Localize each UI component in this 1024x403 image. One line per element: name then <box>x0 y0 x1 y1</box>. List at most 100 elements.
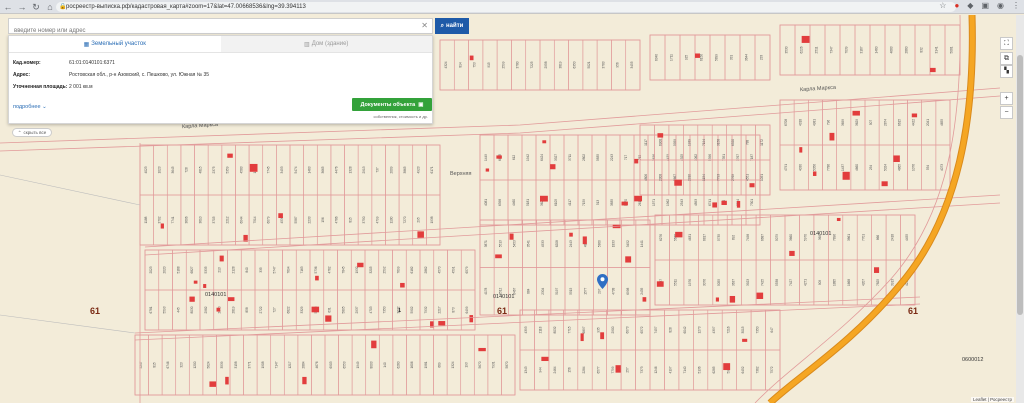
parcel-number: 3644 <box>745 54 749 61</box>
parcel-number: 2982 <box>204 306 208 313</box>
parcel-number: 6350 <box>573 61 577 68</box>
parcel-number: 5899 <box>715 54 719 61</box>
parcel-number: 3783 <box>601 61 605 68</box>
parcel-number: 6499 <box>465 306 469 313</box>
parcel-number: 840 <box>245 267 249 273</box>
chevron-down-icon: ⌄ <box>42 104 47 110</box>
parcel-number: 4197 <box>669 366 673 373</box>
parcel-number: 5136 <box>698 366 702 373</box>
parcel-number: 7347 <box>830 46 834 53</box>
building <box>550 164 556 170</box>
parcel-number: 1463 <box>307 166 311 173</box>
parcel-number: 2041 <box>926 119 930 126</box>
hide-all-button[interactable]: ⌃ скрыть все <box>12 128 52 137</box>
building <box>225 376 229 385</box>
menu-icon[interactable]: ⋮ <box>1012 1 1020 10</box>
layers-button[interactable]: ⧉ <box>1000 52 1013 65</box>
parcel-number: 2212 <box>226 216 230 223</box>
parcel-number: 3913 <box>890 279 894 286</box>
quarter-label: 0600012 <box>962 357 984 363</box>
reload-icon[interactable]: ↻ <box>30 1 42 13</box>
fullscreen-button[interactable]: ⛶ <box>1000 37 1013 50</box>
parcel-number: 6817 <box>703 234 707 241</box>
star-icon[interactable]: ☆ <box>939 1 946 10</box>
find-button[interactable]: ⌕ найти <box>435 18 469 34</box>
parcel-number: 4081 <box>484 199 488 206</box>
building <box>541 356 549 362</box>
parcel-number: 3645 <box>171 166 175 173</box>
documents-label: Документы объекта <box>360 101 416 108</box>
parcel-number: 1949 <box>356 361 360 368</box>
building <box>893 155 900 162</box>
address-bar[interactable]: 🔒 росреестр-выписка.рф/кадастровая_карта… <box>56 2 956 12</box>
parcel-number: 8003 <box>370 361 374 368</box>
parcel-number: 7932 <box>424 306 428 313</box>
zoom-in-button[interactable]: + <box>1000 92 1013 105</box>
parcel-number: 2862 <box>424 266 428 273</box>
documents-button[interactable]: Документы объекта ▣ <box>352 98 432 111</box>
building <box>712 202 718 208</box>
parcel-number: 4762 <box>328 266 332 273</box>
building <box>715 297 719 302</box>
parcel-number: 5335 <box>204 266 208 273</box>
parcel-number: 4460 <box>512 199 516 206</box>
building <box>852 110 860 116</box>
parcel-number: 3606 <box>185 216 189 223</box>
back-icon[interactable]: ← <box>2 1 14 13</box>
parcel-number: 2304 <box>541 287 545 294</box>
parcel-number: 6452 <box>741 366 745 373</box>
building <box>485 168 490 172</box>
parcel-number: 1606 <box>410 361 414 368</box>
parcel-number: 2769 <box>731 174 735 181</box>
url-text: росреестр-выписка.рф/кадастровая_карта#z… <box>66 4 306 10</box>
building <box>829 132 835 141</box>
building <box>842 171 850 180</box>
tab-land-plot[interactable]: ▦ Земельный участок <box>9 36 221 52</box>
parcel-number: 3699 <box>841 119 845 126</box>
home-icon[interactable]: ⌂ <box>44 1 56 13</box>
zoom-out-button[interactable]: − <box>1000 106 1013 119</box>
parcel-number: 2284 <box>582 366 586 373</box>
parcel-number: 3819 <box>558 61 562 68</box>
building <box>874 267 880 273</box>
parcel-number: 6208 <box>555 240 559 247</box>
parcel-number: 233 <box>760 55 764 61</box>
parcel-number: 6897 <box>582 326 586 333</box>
building <box>189 296 195 302</box>
building <box>742 338 748 342</box>
tab-building[interactable]: ▥ Дом (здание) <box>220 36 432 52</box>
parcel-number: 3539 <box>220 361 224 368</box>
quarter-label: 0140101 <box>493 294 515 300</box>
parcel-number: 1668 <box>847 279 851 286</box>
parcel-number: 7694 <box>286 266 290 273</box>
parcel-number: 6044 <box>239 216 243 223</box>
parcel-number: 3711 <box>568 154 572 161</box>
profile-icon[interactable]: ◉ <box>997 1 1004 10</box>
parcel-number: 8032 <box>553 326 557 333</box>
parcel-number: 3637 <box>731 279 735 286</box>
parcel-info-panel: ▦ Земельный участок ▥ Дом (здание) Кад.н… <box>8 35 433 124</box>
extension-icon[interactable]: ● <box>954 1 959 10</box>
parcel-number: 7701 <box>861 234 865 241</box>
parcel-number: 4893 <box>694 199 698 206</box>
parcel-number: 1023 <box>157 166 161 173</box>
forward-icon[interactable]: → <box>16 1 28 13</box>
clear-icon[interactable]: ✕ <box>421 21 428 30</box>
extension-icon[interactable]: ▣ <box>981 1 989 10</box>
parcel-number: 6182 <box>410 266 414 273</box>
extension-icon[interactable]: ◆ <box>967 1 973 10</box>
parcel-number: 5055 <box>717 279 721 286</box>
building <box>634 195 643 202</box>
parcel-number: 4655 <box>940 119 944 126</box>
building <box>193 280 198 284</box>
parcel-number: 5474 <box>294 166 298 173</box>
scroll-thumb[interactable] <box>1017 55 1023 315</box>
more-link[interactable]: подробнее ⌄ <box>13 104 47 110</box>
parcel-number: 6903 <box>329 361 333 368</box>
parcel-number: 5024 <box>883 164 887 171</box>
ruler-icon[interactable]: ▚ <box>1000 65 1013 78</box>
building-icon: ▥ <box>304 41 310 48</box>
building <box>469 315 474 323</box>
parcel-number: 507 <box>869 120 873 126</box>
scrollbar[interactable] <box>1016 15 1024 403</box>
